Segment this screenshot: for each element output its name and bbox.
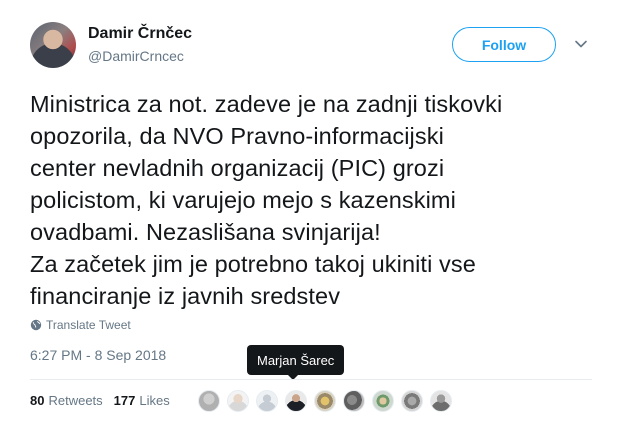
liker-avatar[interactable] (256, 390, 278, 412)
author-name[interactable]: Damir Črnčec (88, 25, 192, 43)
retweets-count: 80 (30, 393, 45, 408)
chevron-down-icon[interactable] (573, 36, 589, 52)
liker-avatar[interactable] (227, 390, 249, 412)
liker-avatar[interactable] (401, 390, 423, 412)
liker-avatar[interactable] (285, 390, 307, 412)
author-handle[interactable]: @DamirCrncec (88, 48, 184, 64)
retweets-stat[interactable]: 80 Retweets (30, 393, 103, 408)
follow-button[interactable]: Follow (452, 27, 556, 62)
liker-avatars (198, 390, 459, 412)
translate-tweet-link[interactable]: Translate Tweet (30, 318, 131, 332)
retweets-label: Retweets (48, 393, 103, 408)
likes-label: Likes (139, 393, 170, 408)
liker-avatar[interactable] (314, 390, 336, 412)
liker-avatar[interactable] (372, 390, 394, 412)
tweet-card: Damir Črnčec @DamirCrncec Follow Ministr… (0, 0, 622, 424)
globe-icon (30, 319, 42, 331)
liker-avatar[interactable] (430, 390, 452, 412)
liker-avatar[interactable] (198, 390, 220, 412)
translate-label: Translate Tweet (46, 318, 131, 332)
stats-divider (30, 379, 592, 380)
likes-stat[interactable]: 177 Likes (114, 393, 170, 408)
author-avatar[interactable] (30, 22, 76, 68)
likes-count: 177 (113, 393, 136, 408)
tweet-text: Ministrica za not. zadeve je na zadnji t… (30, 91, 503, 309)
tweet-stats: 80 Retweets 177 Likes (30, 393, 181, 408)
tweet-timestamp[interactable]: 6:27 PM - 8 Sep 2018 (30, 347, 166, 363)
liker-tooltip: Marjan Šarec (247, 345, 345, 380)
liker-avatar[interactable] (343, 390, 365, 412)
